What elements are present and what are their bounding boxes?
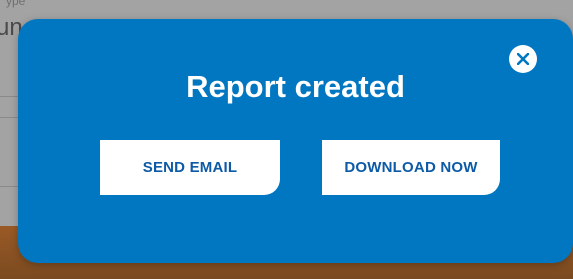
send-email-label: SEND EMAIL <box>142 159 238 176</box>
page: ype un Report created SEND EMAIL DOWNLOA… <box>0 0 573 279</box>
send-email-button[interactable]: SEND EMAIL <box>100 140 280 195</box>
download-now-label: DOWNLOAD NOW <box>344 159 478 176</box>
close-icon <box>517 53 529 65</box>
download-now-button[interactable]: DOWNLOAD NOW <box>322 140 500 195</box>
background-field-label: ype <box>6 0 26 8</box>
report-created-dialog: Report created SEND EMAIL DOWNLOAD NOW <box>18 19 573 263</box>
dialog-title: Report created <box>186 69 405 104</box>
